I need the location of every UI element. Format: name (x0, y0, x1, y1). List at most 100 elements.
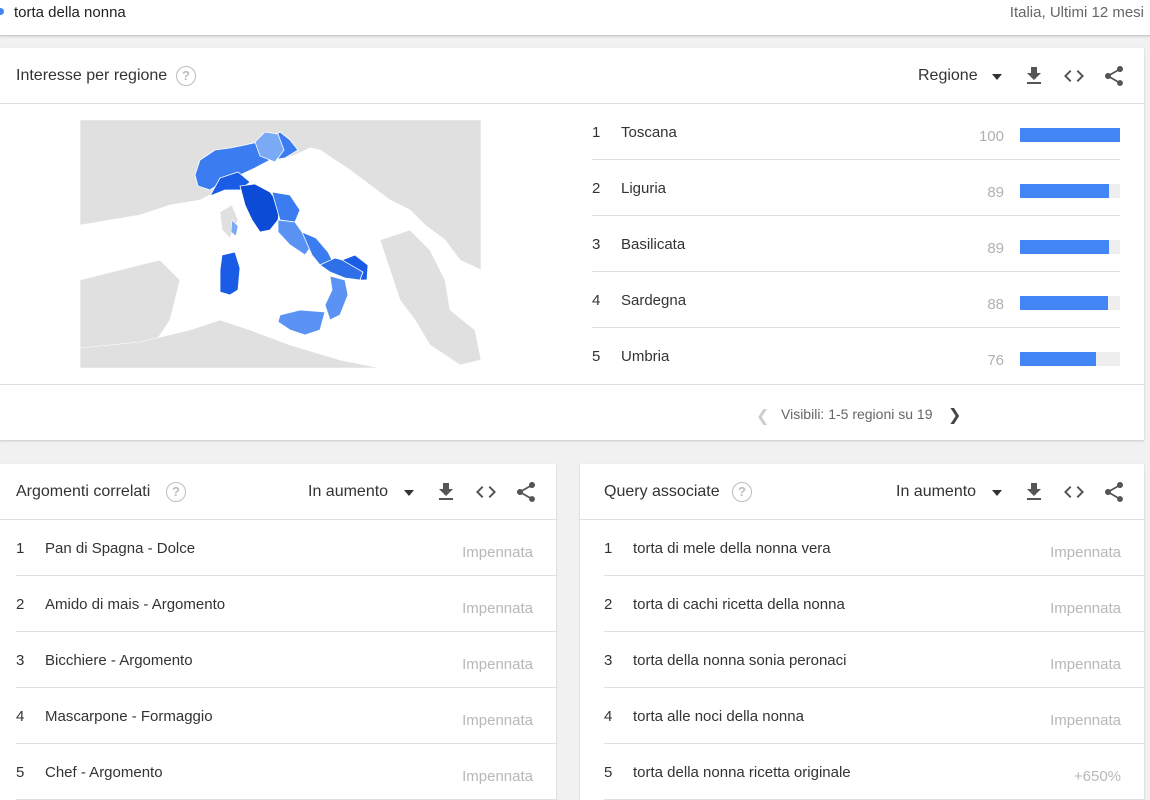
query-value: +650% (1073, 768, 1121, 785)
query-row[interactable]: 2 torta di cachi ricetta della nonna Imp… (604, 576, 1144, 632)
region-interest-card: Interesse per regione ? Regione 1 Toscan… (0, 48, 1144, 440)
topic-value: Impennata (462, 768, 533, 785)
topic-row[interactable]: 2 Amido di mais - Argomento Impennata (16, 576, 556, 632)
queries-filter-dropdown[interactable]: In aumento (896, 483, 976, 501)
region-bar-fill (1020, 240, 1109, 254)
query-text[interactable]: torta di cachi ricetta della nonna (633, 596, 845, 613)
pager-text: Visibili: 1-5 regioni su 19 (781, 406, 933, 422)
region-rank: 2 (592, 180, 601, 197)
topic-name[interactable]: Pan di Spagna - Dolce (45, 540, 195, 557)
query-text[interactable]: torta di mele della nonna vera (633, 540, 831, 557)
region-bar (1020, 184, 1120, 198)
query-rank: 5 (604, 764, 613, 781)
topic-value: Impennata (462, 600, 533, 617)
query-row[interactable]: 4 torta alle noci della nonna Impennata (604, 688, 1144, 744)
region-name[interactable]: Basilicata (621, 236, 685, 253)
scope-label: Italia, Ultimi 12 mesi (1009, 4, 1144, 21)
chevron-right-icon[interactable]: ❯ (948, 405, 961, 425)
share-icon[interactable] (1102, 64, 1126, 88)
query-value: Impennata (1050, 544, 1121, 561)
topics-card-title: Argomenti correlati (16, 483, 151, 500)
query-value: Impennata (1050, 712, 1121, 729)
region-card-title: Interesse per regione (16, 67, 168, 84)
region-map[interactable] (80, 120, 481, 368)
dropdown-arrow-icon[interactable] (404, 490, 414, 496)
query-row[interactable]: 5 torta della nonna ricetta originale +6… (604, 744, 1144, 800)
region-bar (1020, 352, 1120, 366)
help-icon[interactable]: ? (176, 66, 196, 86)
region-value: 88 (987, 296, 1004, 313)
topic-row[interactable]: 4 Mascarpone - Formaggio Impennata (16, 688, 556, 744)
query-text[interactable]: torta della nonna sonia peronaci (633, 652, 847, 669)
topic-name[interactable]: Chef - Argomento (45, 764, 163, 781)
topic-rank: 5 (16, 764, 25, 781)
search-term[interactable]: torta della nonna (14, 4, 126, 21)
topic-value: Impennata (462, 656, 533, 673)
topic-row[interactable]: 1 Pan di Spagna - Dolce Impennata (16, 520, 556, 576)
chevron-left-icon[interactable]: ❮ (756, 406, 769, 426)
help-icon[interactable]: ? (732, 482, 752, 502)
region-row[interactable]: 3 Basilicata 89 (592, 216, 1120, 272)
topic-rank: 2 (16, 596, 25, 613)
queries-card-header: Query associate ? In aumento (580, 464, 1144, 520)
region-rank: 5 (592, 348, 601, 365)
search-summary-bar: torta della nonna Italia, Ultimi 12 mesi (0, 0, 1150, 36)
region-bar (1020, 296, 1120, 310)
topic-row[interactable]: 3 Bicchiere - Argomento Impennata (16, 632, 556, 688)
topic-rank: 1 (16, 540, 25, 557)
query-text[interactable]: torta della nonna ricetta originale (633, 764, 851, 781)
region-name[interactable]: Toscana (621, 124, 677, 141)
embed-icon[interactable] (1062, 480, 1086, 504)
region-bar-fill (1020, 184, 1109, 198)
topic-name[interactable]: Mascarpone - Formaggio (45, 708, 213, 725)
query-rank: 2 (604, 596, 613, 613)
query-value: Impennata (1050, 656, 1121, 673)
query-value: Impennata (1050, 600, 1121, 617)
region-bar (1020, 128, 1120, 142)
share-icon[interactable] (1102, 480, 1126, 504)
related-topics-card: Argomenti correlati ? In aumento 1 Pan d… (0, 464, 556, 800)
share-icon[interactable] (514, 480, 538, 504)
region-bar-fill (1020, 128, 1120, 142)
region-rank: 4 (592, 292, 601, 309)
region-rank: 1 (592, 124, 601, 141)
region-name[interactable]: Sardegna (621, 292, 686, 309)
italy-map-svg[interactable] (80, 120, 481, 368)
region-row[interactable]: 2 Liguria 89 (592, 160, 1120, 216)
region-resolution-dropdown[interactable]: Regione (918, 67, 978, 85)
topic-value: Impennata (462, 712, 533, 729)
region-value: 89 (987, 240, 1004, 257)
topic-name[interactable]: Bicchiere - Argomento (45, 652, 193, 669)
region-bar-fill (1020, 296, 1108, 310)
region-pager: ❮ Visibili: 1-5 regioni su 19 ❯ (0, 384, 1144, 440)
topic-name[interactable]: Amido di mais - Argomento (45, 596, 225, 613)
topic-row[interactable]: 5 Chef - Argomento Impennata (16, 744, 556, 800)
region-name[interactable]: Umbria (621, 348, 669, 365)
topics-card-header: Argomenti correlati ? In aumento (0, 464, 556, 520)
topic-rank: 3 (16, 652, 25, 669)
region-value: 76 (987, 352, 1004, 369)
embed-icon[interactable] (1062, 64, 1086, 88)
query-row[interactable]: 1 torta di mele della nonna vera Impenna… (604, 520, 1144, 576)
download-icon[interactable] (1022, 64, 1046, 88)
query-rank: 1 (604, 540, 613, 557)
topics-filter-dropdown[interactable]: In aumento (308, 483, 388, 501)
region-name[interactable]: Liguria (621, 180, 666, 197)
query-text[interactable]: torta alle noci della nonna (633, 708, 804, 725)
dropdown-arrow-icon[interactable] (992, 490, 1002, 496)
query-rank: 4 (604, 708, 613, 725)
region-card-header: Interesse per regione ? Regione (0, 48, 1144, 104)
download-icon[interactable] (1022, 480, 1046, 504)
query-row[interactable]: 3 torta della nonna sonia peronaci Impen… (604, 632, 1144, 688)
embed-icon[interactable] (474, 480, 498, 504)
term-color-dot (0, 8, 4, 15)
query-rank: 3 (604, 652, 613, 669)
dropdown-arrow-icon[interactable] (992, 74, 1002, 80)
help-icon[interactable]: ? (166, 482, 186, 502)
region-row[interactable]: 1 Toscana 100 (592, 104, 1120, 160)
region-row[interactable]: 5 Umbria 76 (592, 328, 1120, 384)
region-bar (1020, 240, 1120, 254)
download-icon[interactable] (434, 480, 458, 504)
region-row[interactable]: 4 Sardegna 88 (592, 272, 1120, 328)
region-rank: 3 (592, 236, 601, 253)
